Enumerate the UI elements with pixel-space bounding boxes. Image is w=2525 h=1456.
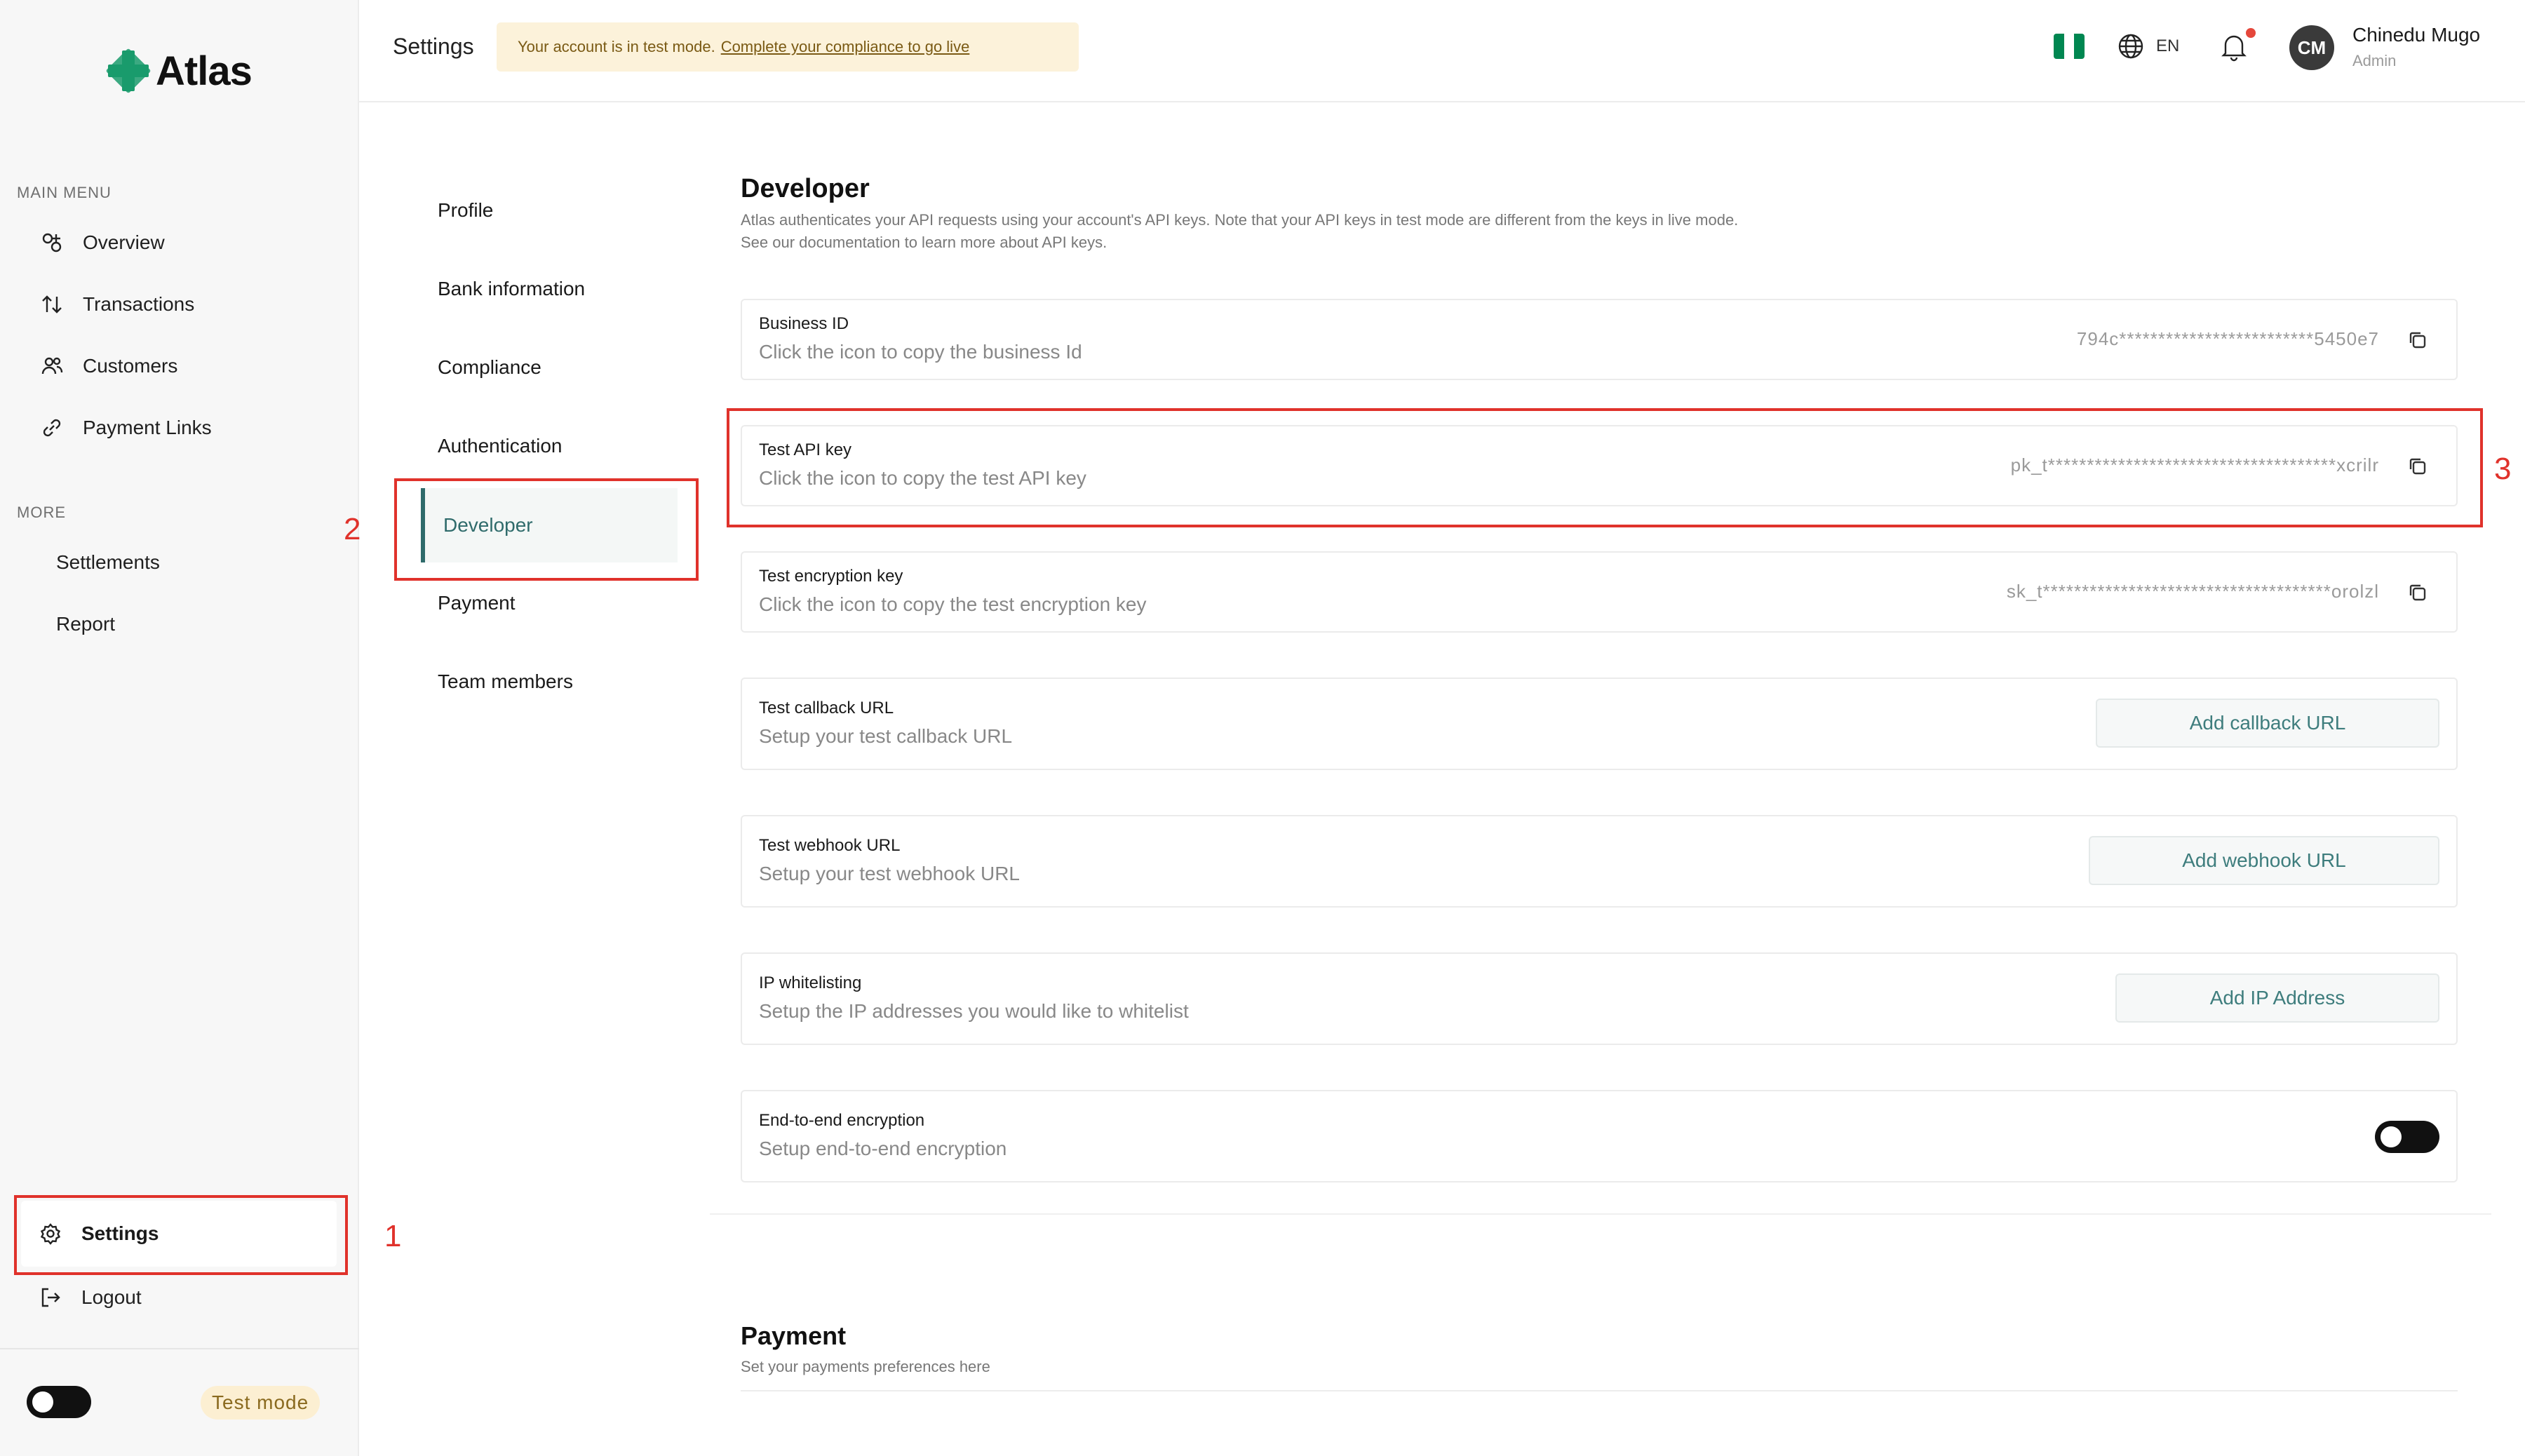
developer-description-line: Atlas authenticates your API requests us…: [741, 211, 1739, 229]
user-name[interactable]: Chinedu Mugo: [2352, 24, 2480, 46]
sidebar-item-transactions[interactable]: Transactions: [39, 283, 194, 325]
e2e-encryption-card: End-to-end encryption Setup end-to-end e…: [741, 1090, 2458, 1182]
sidebar-item-label: Overview: [83, 231, 165, 253]
test-mode-badge: Test mode: [201, 1386, 321, 1420]
business-id-card: Business ID Click the icon to copy the b…: [741, 299, 2458, 380]
sidebar-item-overview[interactable]: Overview: [39, 222, 165, 264]
settings-tab-payment[interactable]: Payment: [438, 592, 516, 614]
test-mode-banner: Your account is in test mode. Complete y…: [497, 22, 1079, 72]
transactions-icon: [39, 292, 65, 317]
annotation-box-settings: [14, 1195, 348, 1275]
atlas-logo-icon: [106, 48, 151, 93]
user-role: Admin: [2352, 52, 2397, 69]
card-title: Test callback URL: [759, 699, 894, 717]
sidebar-item-settlements[interactable]: Settlements: [56, 541, 160, 584]
test-encryption-key-value: sk_t************************************…: [2006, 581, 2379, 602]
payment-divider: [741, 1390, 2458, 1391]
sidebar-item-label: Report: [56, 613, 116, 635]
developer-description-line: See our documentation to learn more abou…: [741, 234, 1107, 251]
add-callback-url-button[interactable]: Add callback URL: [2096, 699, 2439, 748]
annotation-box-developer: [394, 478, 699, 581]
overview-icon: [39, 230, 65, 255]
card-title: Business ID: [759, 314, 849, 333]
card-subtitle: Setup your test callback URL: [759, 725, 1013, 747]
link-icon: [39, 415, 65, 440]
top-header: Settings Your account is in test mode. C…: [359, 0, 2525, 102]
settings-tab-bank-information[interactable]: Bank information: [438, 278, 585, 300]
add-ip-address-button[interactable]: Add IP Address: [2115, 973, 2439, 1023]
developer-title: Developer: [741, 174, 870, 203]
customers-icon: [39, 353, 65, 379]
annotation-number: 1: [384, 1219, 402, 1253]
banner-text: Your account is in test mode.: [518, 38, 715, 55]
sidebar-item-logout[interactable]: Logout: [38, 1276, 142, 1319]
sidebar-item-label: Settlements: [56, 551, 160, 573]
test-callback-url-card: Test callback URL Setup your test callba…: [741, 678, 2458, 770]
card-subtitle: Setup the IP addresses you would like to…: [759, 1000, 1189, 1022]
test-mode-toggle[interactable]: [27, 1386, 91, 1418]
settings-tab-team-members[interactable]: Team members: [438, 670, 573, 693]
card-subtitle: Setup your test webhook URL: [759, 863, 1020, 884]
sidebar-item-report[interactable]: Report: [56, 603, 115, 645]
sidebar-item-label: Logout: [81, 1286, 142, 1308]
page-title: Settings: [393, 34, 474, 59]
language-code: EN: [2156, 36, 2180, 55]
compliance-link[interactable]: Complete your compliance to go live: [721, 38, 970, 56]
annotation-number: 3: [2494, 452, 2512, 486]
logout-icon: [38, 1285, 63, 1310]
add-webhook-url-button[interactable]: Add webhook URL: [2089, 836, 2439, 885]
sidebar-item-payment-links[interactable]: Payment Links: [39, 407, 212, 449]
test-encryption-key-card: Test encryption key Click the icon to co…: [741, 551, 2458, 633]
settings-tab-compliance[interactable]: Compliance: [438, 356, 541, 379]
settings-tab-authentication[interactable]: Authentication: [438, 435, 562, 457]
card-subtitle: Click the icon to copy the business Id: [759, 341, 1082, 363]
ip-whitelisting-card: IP whitelisting Setup the IP addresses y…: [741, 952, 2458, 1045]
test-webhook-url-card: Test webhook URL Setup your test webhook…: [741, 815, 2458, 908]
notification-dot: [2246, 28, 2256, 38]
card-title: Test webhook URL: [759, 836, 901, 855]
more-label: MORE: [17, 504, 66, 521]
card-subtitle: Setup end-to-end encryption: [759, 1138, 1007, 1159]
avatar[interactable]: CM: [2289, 25, 2334, 70]
main-menu-label: MAIN MENU: [17, 184, 112, 201]
language-selector[interactable]: EN: [2117, 32, 2179, 60]
sidebar-item-label: Payment Links: [83, 417, 212, 438]
atlas-logo[interactable]: Atlas: [105, 46, 252, 95]
annotation-number: 2: [344, 512, 361, 546]
copy-icon[interactable]: [2406, 328, 2430, 352]
settings-tab-profile[interactable]: Profile: [438, 199, 493, 222]
developer-description: Atlas authenticates your API requests us…: [741, 209, 2003, 254]
copy-icon[interactable]: [2406, 581, 2430, 605]
sidebar-item-label: Transactions: [83, 293, 195, 315]
payment-section-description: Set your payments preferences here: [741, 1358, 990, 1375]
globe-icon: [2118, 34, 2143, 59]
sidebar-divider: [0, 1348, 359, 1349]
card-title: Test encryption key: [759, 567, 903, 586]
sidebar-item-label: Customers: [83, 355, 178, 377]
annotation-box-test-api-key: [727, 408, 2483, 527]
developer-panel: [710, 102, 2491, 1215]
business-id-value: 794c*************************5450e7: [2076, 328, 2379, 349]
logo-text: Atlas: [156, 48, 252, 94]
nigeria-flag-icon[interactable]: [2054, 34, 2085, 59]
payment-section-title: Payment: [741, 1321, 847, 1350]
card-subtitle: Click the icon to copy the test encrypti…: [759, 593, 1147, 615]
e2e-encryption-toggle[interactable]: [2375, 1121, 2439, 1153]
card-title: IP whitelisting: [759, 973, 862, 992]
bell-icon[interactable]: [2218, 31, 2250, 63]
sidebar-item-customers[interactable]: Customers: [39, 345, 177, 387]
card-title: End-to-end encryption: [759, 1111, 925, 1130]
